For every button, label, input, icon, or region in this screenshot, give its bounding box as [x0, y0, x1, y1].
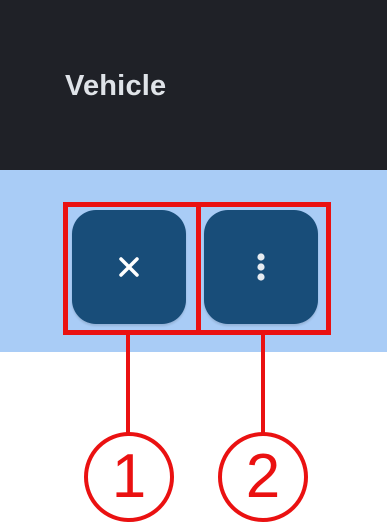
close-icon	[119, 257, 139, 277]
screenshot-stage: Vehicle 1 2	[0, 0, 387, 524]
more-options-button[interactable]	[204, 210, 318, 324]
more-vertical-icon	[257, 253, 265, 281]
callout-marker-1: 1	[84, 432, 174, 522]
callout-marker-2: 2	[218, 432, 308, 522]
selected-table-row[interactable]	[0, 170, 387, 352]
callout-line-1	[126, 333, 130, 436]
table-header: Vehicle	[0, 0, 387, 170]
column-header-vehicle: Vehicle	[65, 70, 167, 102]
callout-line-2	[261, 333, 265, 436]
close-button[interactable]	[72, 210, 186, 324]
